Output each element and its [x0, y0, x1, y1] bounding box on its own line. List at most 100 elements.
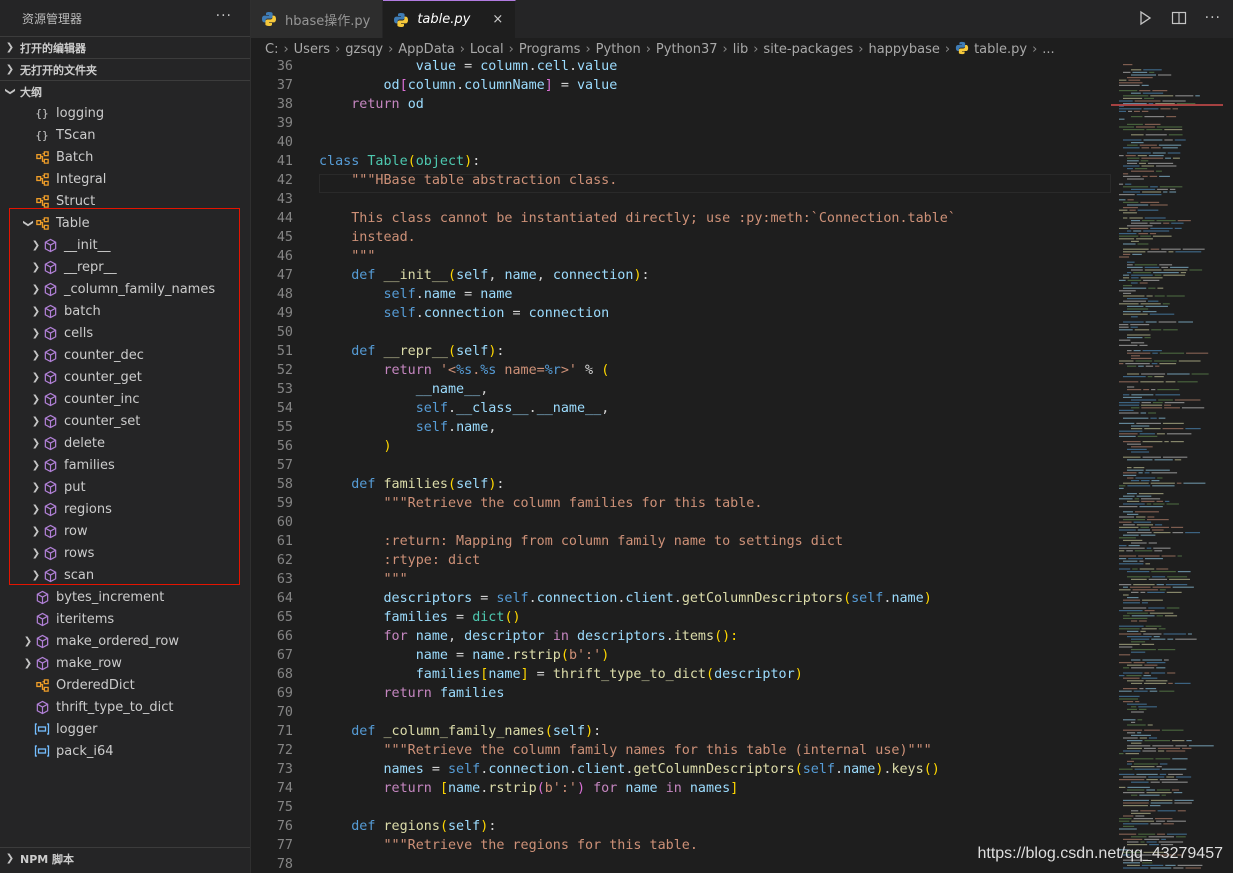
- outline-item[interactable]: Struct: [0, 190, 250, 212]
- tab-table-py[interactable]: table.py ×: [383, 0, 517, 38]
- outline-item[interactable]: ❯ row: [0, 520, 250, 542]
- outline-item[interactable]: iteritems: [0, 608, 250, 630]
- section-outline[interactable]: ❯ 大纲: [0, 80, 250, 102]
- chevron-right-icon[interactable]: ❯: [30, 350, 42, 361]
- outline-item[interactable]: ❯ delete: [0, 432, 250, 454]
- breadcrumb-item[interactable]: Local: [470, 42, 504, 57]
- breadcrumb-item[interactable]: lib: [733, 42, 748, 57]
- breadcrumb-item[interactable]: table.py: [974, 42, 1027, 57]
- outline-item[interactable]: ❯ counter_dec: [0, 344, 250, 366]
- outline-item[interactable]: ❯ make_ordered_row: [0, 630, 250, 652]
- minimap-line: [1164, 659, 1169, 661]
- breadcrumb-item[interactable]: happybase: [868, 42, 939, 57]
- minimap-line: [1119, 753, 1124, 755]
- outline-item[interactable]: Integral: [0, 168, 250, 190]
- run-icon[interactable]: [1137, 10, 1153, 26]
- breadcrumb-item[interactable]: C:: [265, 42, 278, 57]
- breadcrumb-item[interactable]: AppData: [398, 42, 454, 57]
- code-token: ): [585, 724, 594, 739]
- more-actions-icon[interactable]: ···: [216, 8, 232, 24]
- outline-item[interactable]: thrift_type_to_dict: [0, 696, 250, 718]
- class-icon: [34, 215, 50, 231]
- code-line: 61 :return: Mapping from column family n…: [251, 532, 1111, 551]
- code-editor[interactable]: 36 value = column.cell.value 37 od[column…: [251, 60, 1111, 873]
- line-number: 50: [276, 325, 293, 340]
- chevron-right-icon[interactable]: ❯: [30, 482, 42, 493]
- split-editor-icon[interactable]: [1171, 10, 1187, 26]
- minimap-line: [1119, 183, 1124, 185]
- outline-item[interactable]: ❯ counter_get: [0, 366, 250, 388]
- more-actions-icon[interactable]: ···: [1205, 10, 1221, 26]
- outline-item[interactable]: {} logging: [0, 102, 250, 124]
- breadcrumb-item[interactable]: gzsqy: [345, 42, 383, 57]
- minimap-line: [1185, 428, 1201, 430]
- outline-item[interactable]: logger: [0, 718, 250, 740]
- chevron-right-icon[interactable]: ❯: [30, 394, 42, 405]
- section-npm-scripts[interactable]: ❯ NPM 脚本: [0, 847, 250, 869]
- outline-item[interactable]: OrderedDict: [0, 674, 250, 696]
- minimap-line: [1148, 776, 1165, 778]
- outline-item[interactable]: ❯ make_row: [0, 652, 250, 674]
- chevron-right-icon[interactable]: ❯: [30, 504, 42, 515]
- chevron-down-icon[interactable]: ❯: [23, 217, 34, 229]
- close-icon[interactable]: ×: [492, 12, 503, 27]
- breadcrumb-item[interactable]: site-packages: [763, 42, 853, 57]
- outline-item[interactable]: pack_i64: [0, 740, 250, 762]
- minimap-line: [1136, 773, 1158, 775]
- outline-item[interactable]: ❯ Table: [0, 212, 250, 234]
- code-text: name = name.rstrip(b':'): [319, 646, 610, 665]
- vertical-scrollbar[interactable]: [1223, 60, 1233, 873]
- outline-item[interactable]: {} TScan: [0, 124, 250, 146]
- code-line: 53 __name__,: [251, 380, 1111, 399]
- minimap-line: [1161, 794, 1166, 796]
- minimap-line: [1139, 282, 1148, 284]
- minimap-line: [1127, 612, 1148, 614]
- minimap-line: [1119, 779, 1145, 781]
- outline-item[interactable]: ❯ put: [0, 476, 250, 498]
- breadcrumb-item[interactable]: Users: [294, 42, 330, 57]
- chevron-right-icon[interactable]: ❯: [22, 658, 34, 669]
- outline-item[interactable]: ❯ cells: [0, 322, 250, 344]
- minimap-line: [1162, 100, 1186, 102]
- outline-item[interactable]: ❯ counter_inc: [0, 388, 250, 410]
- outline-item[interactable]: ❯ __init__: [0, 234, 250, 256]
- code-text: descriptors = self.connection.client.get…: [319, 589, 932, 608]
- outline-item[interactable]: ❯ __repr__: [0, 256, 250, 278]
- chevron-right-icon[interactable]: ❯: [30, 526, 42, 537]
- minimap-line: [1157, 649, 1176, 651]
- outline-item[interactable]: ❯ scan: [0, 564, 250, 586]
- breadcrumb-item[interactable]: Programs: [519, 42, 581, 57]
- chevron-right-icon[interactable]: ❯: [30, 284, 42, 295]
- chevron-right-icon[interactable]: ❯: [30, 328, 42, 339]
- outline-item[interactable]: Batch: [0, 146, 250, 168]
- chevron-right-icon[interactable]: ❯: [30, 372, 42, 383]
- chevron-right-icon[interactable]: ❯: [30, 306, 42, 317]
- tab-label: table.py: [417, 12, 471, 27]
- outline-item[interactable]: ❯ counter_set: [0, 410, 250, 432]
- minimap-line: [1119, 773, 1135, 775]
- breadcrumb-item[interactable]: Python: [596, 42, 641, 57]
- minimap-line: [1141, 402, 1151, 404]
- breadcrumb-item[interactable]: ...: [1042, 42, 1054, 57]
- outline-item[interactable]: ❯ rows: [0, 542, 250, 564]
- outline-item[interactable]: ❯ regions: [0, 498, 250, 520]
- chevron-right-icon[interactable]: ❯: [30, 548, 42, 559]
- outline-item[interactable]: ❯ families: [0, 454, 250, 476]
- chevron-right-icon[interactable]: ❯: [30, 438, 42, 449]
- outline-item[interactable]: ❯ _column_family_names: [0, 278, 250, 300]
- tab-hbase-ops[interactable]: hbase操作.py: [251, 0, 384, 38]
- minimap-line: [1151, 672, 1166, 674]
- chevron-right-icon[interactable]: ❯: [30, 240, 42, 251]
- chevron-right-icon[interactable]: ❯: [22, 636, 34, 647]
- section-open-editors[interactable]: ❯ 打开的编辑器: [0, 36, 250, 58]
- outline-item[interactable]: ❯ batch: [0, 300, 250, 322]
- section-no-folder[interactable]: ❯ 无打开的文件夹: [0, 58, 250, 80]
- chevron-right-icon[interactable]: ❯: [30, 460, 42, 471]
- minimap[interactable]: [1111, 60, 1223, 873]
- chevron-right-icon[interactable]: ❯: [30, 416, 42, 427]
- chevron-right-icon[interactable]: ❯: [30, 570, 42, 581]
- breadcrumb-item[interactable]: Python37: [656, 42, 718, 57]
- chevron-right-icon[interactable]: ❯: [30, 262, 42, 273]
- outline-item[interactable]: bytes_increment: [0, 586, 250, 608]
- code-token: .: [835, 762, 844, 777]
